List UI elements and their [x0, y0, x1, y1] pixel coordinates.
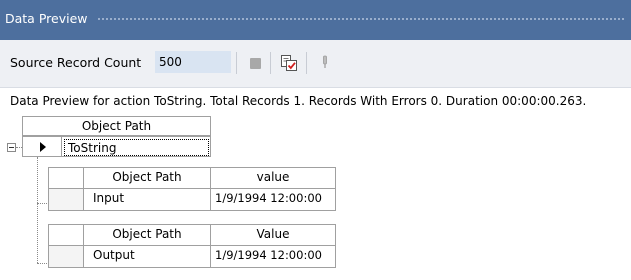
child-col-value-header[interactable]: Value	[210, 224, 336, 246]
source-record-count-label: Source Record Count	[10, 55, 142, 70]
child-col-object-path-label: Object Path	[112, 170, 182, 184]
pin-icon	[323, 55, 327, 68]
window-title: Data Preview	[5, 11, 88, 26]
root-row-cell[interactable]: ToString	[64, 139, 209, 156]
output-value: 1/9/1994 12:00:00	[215, 248, 322, 262]
toolbar-separator	[236, 52, 237, 74]
toolbar: Source Record Count	[0, 40, 631, 88]
input-path-value: Input	[93, 191, 125, 205]
preview-button[interactable]	[278, 52, 300, 74]
tree-connector	[37, 157, 38, 263]
child-col-object-path-header[interactable]: Object Path	[83, 224, 211, 246]
input-path-cell[interactable]: Input	[83, 188, 211, 211]
input-value: 1/9/1994 12:00:00	[215, 191, 322, 205]
output-path-cell[interactable]: Output	[83, 245, 211, 268]
current-row-arrow-icon	[40, 142, 46, 152]
child-col-value-label: Value	[256, 227, 290, 241]
root-row-value: ToString	[68, 141, 117, 155]
grid-column-header-label: Object Path	[81, 119, 152, 133]
output-path-value: Output	[93, 248, 135, 262]
title-bar: Data Preview	[0, 0, 631, 40]
row-selector[interactable]	[22, 136, 62, 157]
preview-check-icon	[281, 55, 297, 71]
source-record-count-input[interactable]	[155, 51, 231, 73]
pin-button[interactable]	[314, 52, 336, 74]
row-selector[interactable]	[48, 245, 84, 268]
child-table-corner	[48, 224, 84, 246]
child-table-corner	[48, 167, 84, 189]
input-value-cell[interactable]: 1/9/1994 12:00:00	[210, 188, 336, 211]
child-col-value-label: value	[256, 170, 290, 184]
grid-column-header[interactable]: Object Path	[22, 116, 211, 136]
title-grip[interactable]	[97, 17, 625, 22]
row-selector[interactable]	[48, 188, 84, 211]
output-value-cell[interactable]: 1/9/1994 12:00:00	[210, 245, 336, 268]
stop-icon	[249, 57, 261, 69]
stop-button[interactable]	[244, 52, 266, 74]
child-col-object-path-label: Object Path	[112, 227, 182, 241]
child-col-object-path-header[interactable]: Object Path	[83, 167, 211, 189]
child-col-value-header[interactable]: value	[210, 167, 336, 189]
collapse-expander-icon[interactable]	[7, 143, 16, 152]
toolbar-separator	[270, 52, 271, 74]
toolbar-separator	[306, 52, 307, 74]
preview-status-message: Data Preview for action ToString. Total …	[10, 94, 587, 108]
